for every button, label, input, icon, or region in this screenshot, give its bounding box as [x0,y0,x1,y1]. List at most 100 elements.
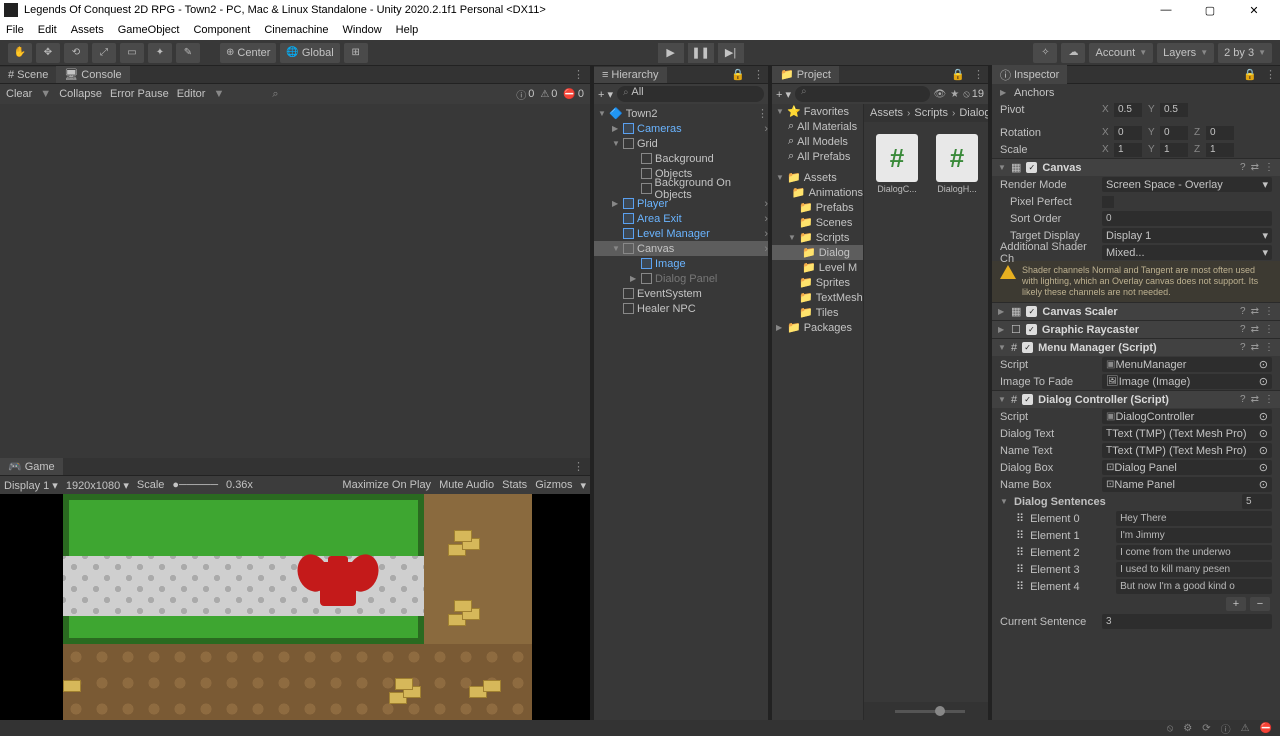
status-icon[interactable]: ⛔ [1260,723,1272,734]
scale-tool-button[interactable]: ⤢ [92,43,116,63]
menu-edit[interactable]: Edit [38,24,57,36]
maximize-button[interactable]: ▢ [1188,0,1232,20]
status-icon[interactable]: ⟳ [1202,723,1210,734]
folder-item-selected[interactable]: 📁 Dialog [772,245,863,260]
targetdisplay-dropdown[interactable]: Display 1▾ [1102,228,1272,243]
mute-toggle[interactable]: Mute Audio [439,479,494,491]
breadcrumb[interactable]: Assets›Scripts›Dialog [864,104,988,122]
dialog-controller-component[interactable]: ▼#✓Dialog Controller (Script)?⇄⋮ [992,390,1280,408]
editor-dropdown[interactable]: Editor [177,88,206,100]
create-dropdown[interactable]: + ▾ [776,88,791,101]
rendermode-dropdown[interactable]: Screen Space - Overlay▾ [1102,177,1272,192]
play-button[interactable]: ▶ [658,43,684,63]
error-count[interactable]: ⛔ 0 [563,88,584,100]
folder-item[interactable]: ⌕ All Materials [772,119,863,134]
warn-count[interactable]: ⚠ 0 [540,88,557,100]
folder-item[interactable]: 📁 Tiles [772,305,863,320]
current-sentence-field[interactable]: 3 [1102,614,1272,629]
status-icon[interactable]: ⚙ [1183,723,1192,734]
menu-manager-component[interactable]: ▼#✓Menu Manager (Script)?⇄⋮ [992,338,1280,356]
scl-y-field[interactable]: 1 [1160,143,1188,157]
canvas-scaler-component[interactable]: ▶▦✓Canvas Scaler?⇄⋮ [992,302,1280,320]
menu-assets[interactable]: Assets [71,24,104,36]
game-view[interactable] [0,494,590,720]
hierarchy-item[interactable]: ▼Grid [594,136,768,151]
object-field[interactable]: ⊡ Dialog Panel⊙ [1102,460,1272,475]
menu-component[interactable]: Component [193,24,250,36]
element-field[interactable]: I'm Jimmy [1116,528,1272,543]
rot-x-field[interactable]: 0 [1114,126,1142,140]
tab-hierarchy[interactable]: ≡ Hierarchy [594,67,667,83]
close-button[interactable]: ✕ [1232,0,1276,20]
pivot-mode-button[interactable]: ⊕ Center [220,43,276,63]
file-item[interactable]: #DialogH... [936,134,978,194]
rot-z-field[interactable]: 0 [1206,126,1234,140]
transform-tool-button[interactable]: ✦ [148,43,172,63]
tab-project[interactable]: 📁 Project [772,66,839,83]
folder-item[interactable]: 📁 Prefabs [772,200,863,215]
object-field[interactable]: ⊡ Name Panel⊙ [1102,477,1272,492]
account-dropdown[interactable]: Account▼ [1089,43,1153,63]
element-field[interactable]: I come from the underwo [1116,545,1272,560]
array-remove-button[interactable]: − [1250,597,1270,611]
maximize-toggle[interactable]: Maximize On Play [342,479,431,491]
status-icon[interactable]: ⚠ [1241,723,1250,734]
hierarchy-item[interactable]: Level Manager› [594,226,768,241]
folder-item[interactable]: 📁 Level M [772,260,863,275]
scl-z-field[interactable]: 1 [1206,143,1234,157]
filter-icon[interactable]: ★ [950,89,959,100]
folder-item[interactable]: 📁 Animations [772,185,863,200]
rotate-tool-button[interactable]: ⟲ [64,43,88,63]
canvas-component[interactable]: ▼▦✓Canvas?⇄⋮ [992,158,1280,176]
rect-tool-button[interactable]: ▭ [120,43,144,63]
rot-y-field[interactable]: 0 [1160,126,1188,140]
pause-button[interactable]: ❚❚ [688,43,714,63]
layout-dropdown[interactable]: 2 by 3▼ [1218,43,1272,63]
collab-button[interactable]: ✧ [1033,43,1057,63]
display-dropdown[interactable]: Display 1 ▾ [4,479,58,492]
tab-menu-icon[interactable]: ⋮ [567,68,590,81]
element-field[interactable]: I used to kill many pesen [1116,562,1272,577]
tab-scene[interactable]: # Scene [0,67,56,83]
tab-game[interactable]: 🎮 Game [0,458,63,475]
graphic-raycaster-component[interactable]: ▶☐✓Graphic Raycaster?⇄⋮ [992,320,1280,338]
tab-menu-icon[interactable]: ⋮ [567,460,590,473]
anchors-label[interactable]: Anchors [1014,87,1054,99]
object-field[interactable]: T Text (TMP) (Text Mesh Pro)⊙ [1102,443,1272,458]
cloud-button[interactable]: ☁ [1061,43,1085,63]
info-count[interactable]: ⓘ 0 [516,87,534,102]
hierarchy-search[interactable]: ⌕ All [617,86,764,102]
lock-icon[interactable]: 🔒 [727,68,749,81]
filter-icon[interactable]: 👁 [934,89,947,100]
move-tool-button[interactable]: ✥ [36,43,60,63]
element-field[interactable]: Hey There [1116,511,1272,526]
folder-item[interactable]: ▼📁 Scripts [772,230,863,245]
status-icon[interactable]: ⓘ [1221,721,1231,736]
hierarchy-item[interactable]: Area Exit› [594,211,768,226]
create-dropdown[interactable]: + ▾ [598,88,613,101]
menu-gameobject[interactable]: GameObject [118,24,180,36]
step-button[interactable]: ▶| [718,43,744,63]
menu-file[interactable]: File [6,24,24,36]
hierarchy-item[interactable]: Background On Objects [594,181,768,196]
addshader-dropdown[interactable]: Mixed...▾ [1102,245,1272,260]
array-size-field[interactable]: 5 [1242,494,1272,509]
stats-toggle[interactable]: Stats [502,479,527,491]
scene-root[interactable]: ▼🔷 Town2⋮ [594,106,768,121]
gizmos-toggle[interactable]: Gizmos [535,479,572,491]
object-field[interactable]: T Text (TMP) (Text Mesh Pro)⊙ [1102,426,1272,441]
layers-dropdown[interactable]: Layers▼ [1157,43,1214,63]
favorites-header[interactable]: ▼⭐ Favorites [772,104,863,119]
hierarchy-item[interactable]: Image [594,256,768,271]
array-add-button[interactable]: + [1226,597,1246,611]
folder-item[interactable]: 📁 Sprites [772,275,863,290]
project-search[interactable]: ⌕ [795,86,930,102]
sortorder-field[interactable]: 0 [1102,211,1272,226]
tab-console[interactable]: 🖥 Console [56,66,129,83]
scl-x-field[interactable]: 1 [1114,143,1142,157]
pivot-x-field[interactable]: 0.5 [1114,103,1142,117]
folder-item[interactable]: ⌕ All Prefabs [772,149,863,164]
pivot-y-field[interactable]: 0.5 [1160,103,1188,117]
menu-help[interactable]: Help [396,24,419,36]
icon-size-slider[interactable] [864,702,988,720]
